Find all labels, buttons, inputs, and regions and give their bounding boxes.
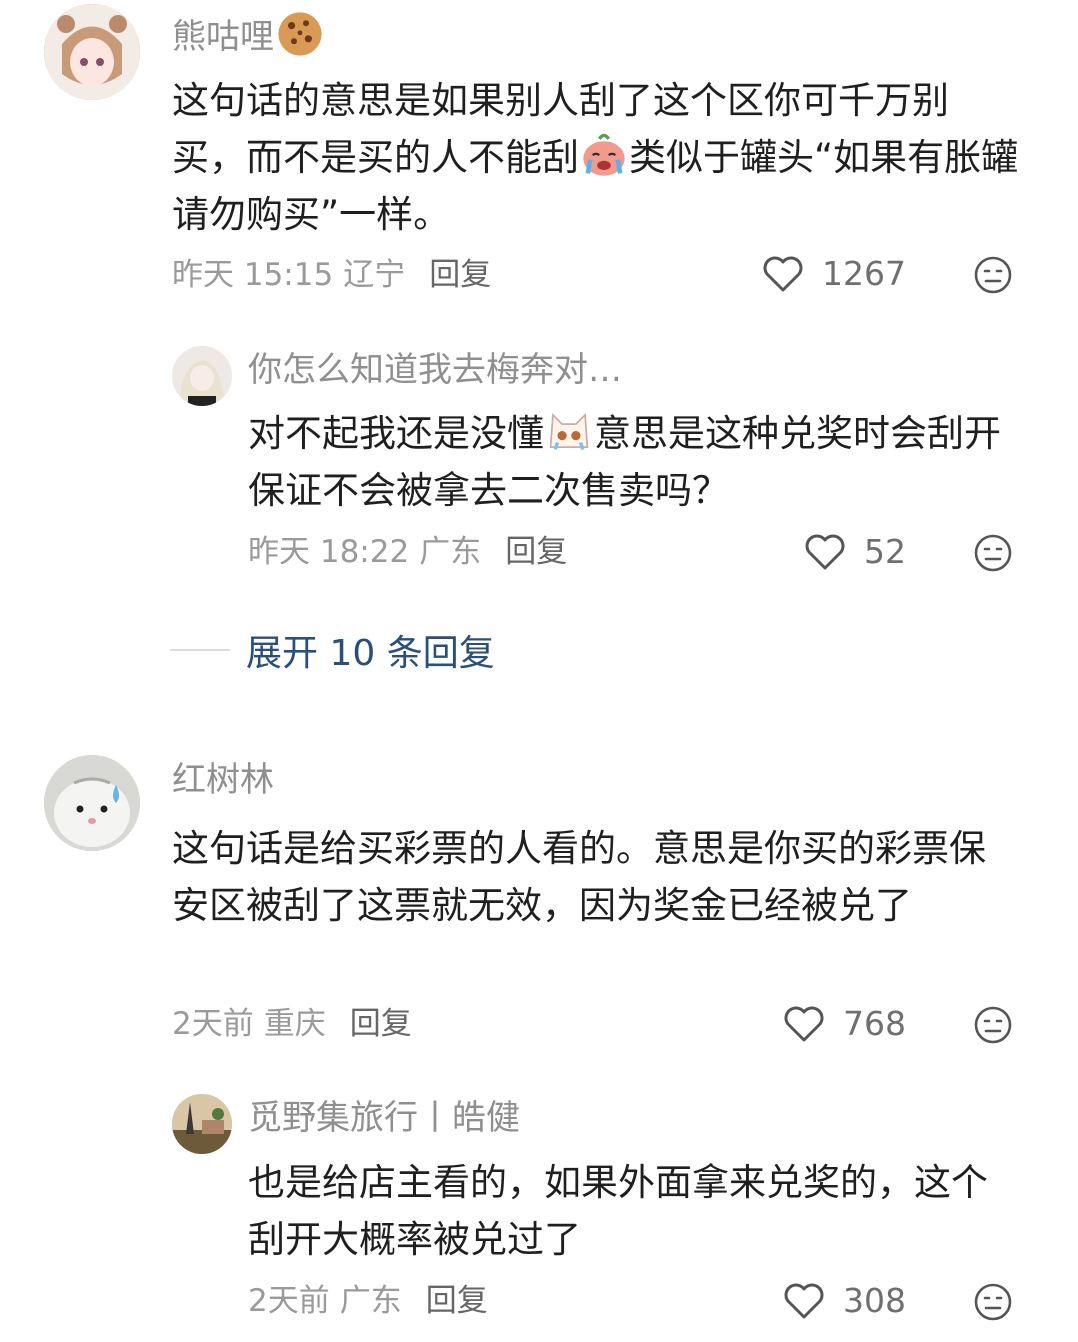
comment-text: 这句话的意思是如果别人刮了这个区你可千万别买，而不是买的人不能刮 类似于罐头“如果… xyxy=(172,79,1019,236)
like-count: 768 xyxy=(843,1004,906,1043)
crying-face-icon xyxy=(583,133,625,176)
location: 重庆 xyxy=(263,1006,326,1042)
like-button[interactable]: 768 xyxy=(783,1004,906,1043)
dislike-face-icon[interactable] xyxy=(974,1006,1012,1044)
dislike-face-icon[interactable] xyxy=(974,256,1012,294)
reply-button[interactable]: 回复 xyxy=(429,257,491,293)
like-button[interactable]: 52 xyxy=(804,532,906,571)
username[interactable]: 你怎么知道我去梅奔对… xyxy=(248,350,622,390)
username[interactable]: 觅野集旅行丨皓健 xyxy=(248,1098,520,1138)
comment-meta: 2天前 广东 回复 xyxy=(248,1283,498,1319)
heart-icon xyxy=(805,534,845,569)
comment-meta: 昨天 18:22 广东 回复 xyxy=(248,534,577,570)
username[interactable]: 红树林 xyxy=(172,760,274,800)
comment-text: 也是给店主看的，如果外面拿来兑奖的，这个刮开大概率被兑过了 xyxy=(248,1161,988,1261)
like-count: 1267 xyxy=(822,254,906,293)
reply-button[interactable]: 回复 xyxy=(350,1006,412,1042)
divider xyxy=(170,649,230,651)
comment-meta: 昨天 15:15 辽宁 回复 xyxy=(172,257,501,293)
heart-icon xyxy=(763,256,803,291)
heart-icon xyxy=(784,1283,824,1318)
like-count: 308 xyxy=(843,1281,906,1320)
timestamp: 昨天 18:22 xyxy=(248,534,410,570)
comment-meta: 2天前 重庆 回复 xyxy=(172,1006,422,1042)
expand-replies-label: 展开 10 条回复 xyxy=(246,633,495,674)
expand-replies-button[interactable]: 展开 10 条回复 xyxy=(170,624,495,676)
location: 广东 xyxy=(419,534,482,570)
avatar[interactable] xyxy=(172,346,232,406)
avatar[interactable] xyxy=(44,755,140,851)
teary-cat-icon xyxy=(549,412,589,450)
comment-text: 对不起我还是没懂 意思是这种兑奖时会刮开保证不会被拿去二次售卖吗？ xyxy=(248,405,1028,519)
like-count: 52 xyxy=(864,532,906,571)
like-button[interactable]: 308 xyxy=(783,1281,906,1320)
reply-button[interactable]: 回复 xyxy=(426,1283,488,1319)
timestamp: 2天前 xyxy=(172,1006,254,1042)
cookie-icon xyxy=(278,12,322,56)
timestamp: 昨天 15:15 xyxy=(172,257,334,293)
username[interactable]: 熊咕哩 xyxy=(172,10,326,58)
avatar[interactable] xyxy=(44,4,140,100)
avatar[interactable] xyxy=(172,1094,232,1154)
timestamp: 2天前 xyxy=(248,1283,330,1319)
heart-icon xyxy=(784,1006,824,1041)
location: 广东 xyxy=(339,1283,402,1319)
like-button[interactable]: 1267 xyxy=(762,254,906,293)
comment-text: 这句话是给买彩票的人看的。意思是你买的彩票保安区被刮了这票就无效，因为奖金已经被… xyxy=(172,827,986,927)
dislike-face-icon[interactable] xyxy=(974,1283,1012,1321)
reply-button[interactable]: 回复 xyxy=(505,534,567,570)
dislike-face-icon[interactable] xyxy=(974,534,1012,572)
location: 辽宁 xyxy=(343,257,406,293)
